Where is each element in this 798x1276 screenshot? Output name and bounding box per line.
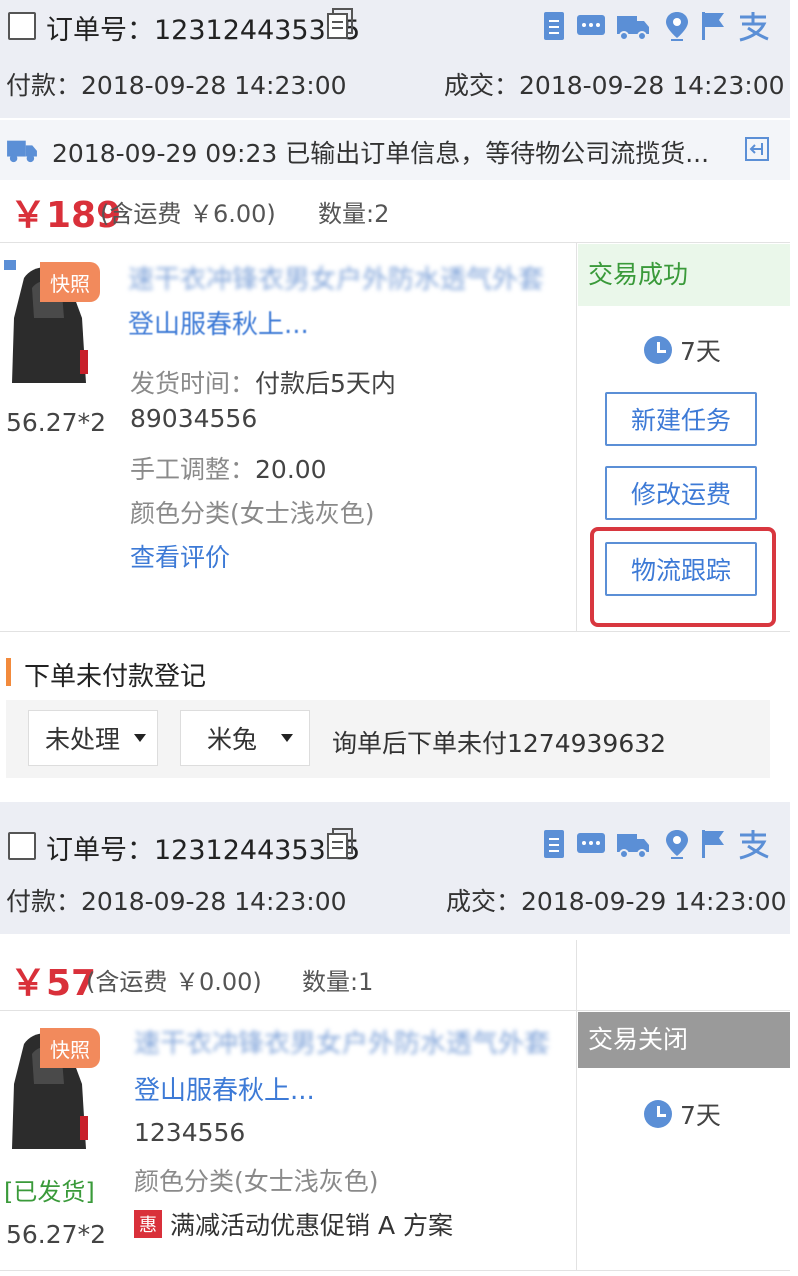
flag-icon[interactable] [698, 10, 728, 42]
sku-code: 1234556 [134, 1118, 246, 1147]
product-thumbnail[interactable]: 快照 [4, 1024, 100, 1154]
snapshot-badge[interactable]: 快照 [40, 1028, 100, 1068]
truck-icon [7, 140, 37, 163]
product-title-line2[interactable]: 登山服春秋上... [128, 304, 309, 341]
days-remaining: 7天 [644, 332, 721, 368]
card-divider [576, 242, 577, 632]
paid-time: 付款：2018-09-28 14:23:00 [6, 71, 347, 100]
alipay-icon[interactable] [736, 828, 770, 860]
unit-price-quantity: 56.27*2 [6, 408, 106, 437]
memo-icon[interactable] [540, 828, 570, 860]
sku-code: 89034556 [130, 404, 258, 433]
chevron-down-icon [134, 734, 147, 742]
card-divider [576, 940, 577, 1270]
staff-select[interactable]: 米兔 [180, 710, 310, 766]
modify-shipping-button[interactable]: 修改运费 [605, 466, 757, 520]
order-header: 订单号：123124435345 付款：2018-09-28 14:23:00 … [0, 0, 790, 118]
order-select-checkbox[interactable] [8, 12, 36, 40]
manual-adjust: 手工调整：20.00 [130, 455, 327, 484]
unpaid-register-title: 下单未付款登记 [24, 662, 207, 692]
process-status-select[interactable]: 未处理 [28, 710, 158, 766]
shipping-fee-note: (含运费 ￥0.00) [86, 968, 262, 996]
alipay-icon[interactable] [736, 10, 770, 42]
color-category: 颜色分类(女士浅灰色) [134, 1167, 379, 1196]
product-title[interactable]: 速干衣冲锋衣男女户外防水透气外套 [134, 1024, 564, 1064]
order-number: 订单号：123124435345 [46, 835, 361, 866]
days-remaining: 7天 [644, 1096, 721, 1132]
product-title[interactable]: 速干衣冲锋衣男女户外防水透气外套 [128, 260, 568, 300]
shipped-tag: [已发货] [4, 1178, 95, 1206]
order-number: 订单号：123124435345 [46, 15, 361, 46]
promotion-text: 满减活动优惠促销 A 方案 [170, 1211, 453, 1240]
bottom-divider [0, 1270, 790, 1271]
clock-icon [644, 1100, 672, 1128]
expand-icon[interactable] [744, 136, 770, 162]
process-status-value: 未处理 [45, 725, 121, 754]
location-icon[interactable] [662, 10, 692, 42]
product-title-line2[interactable]: 登山服春秋上... [134, 1070, 315, 1107]
order-action-icons [540, 10, 780, 44]
logistics-status-bar[interactable]: 2018-09-29 09:23 已输出订单信息，等待物公司流揽货... [0, 120, 790, 180]
order-total-price: ￥57 [10, 963, 97, 1004]
new-task-button[interactable]: 新建任务 [605, 392, 757, 446]
location-icon[interactable] [662, 828, 692, 860]
trade-status: 交易成功 [578, 244, 790, 306]
order-action-icons [540, 828, 780, 862]
section-marker [6, 658, 11, 686]
logistics-text: 2018-09-29 09:23 已输出订单信息，等待物公司流揽货... [52, 139, 710, 168]
copy-icon[interactable] [326, 8, 354, 40]
trade-status: 交易关闭 [578, 1012, 790, 1068]
view-review-link[interactable]: 查看评价 [130, 538, 230, 574]
shipping-fee-note: (含运费 ￥6.00) [100, 200, 276, 228]
ship-time: 发货时间：付款后5天内 [130, 369, 396, 398]
unit-price-quantity: 56.27*2 [6, 1220, 106, 1249]
discount-icon: 惠 [134, 1210, 162, 1238]
staff-value: 米兔 [207, 725, 258, 754]
paid-time: 付款：2018-09-28 14:23:00 [6, 887, 347, 916]
copy-icon[interactable] [326, 828, 354, 860]
row-divider [0, 1010, 790, 1011]
chat-icon[interactable] [576, 828, 606, 860]
register-note: 询单后下单未付1274939632 [332, 729, 667, 758]
memo-icon[interactable] [540, 10, 570, 42]
highlight-box [590, 527, 776, 627]
clock-icon [644, 336, 672, 364]
deal-time: 成交：2018-09-28 14:23:00 [444, 71, 785, 100]
truck-icon[interactable] [616, 828, 650, 860]
flag-icon[interactable] [698, 828, 728, 860]
chevron-down-icon [281, 734, 294, 742]
order-header: 订单号：123124435345 付款：2018-09-28 14:23:00 … [0, 802, 790, 934]
color-category: 颜色分类(女士浅灰色) [130, 499, 375, 528]
product-thumbnail[interactable]: 快照 [4, 258, 100, 388]
deal-time: 成交：2018-09-29 14:23:00 [446, 887, 787, 916]
order-select-checkbox[interactable] [8, 832, 36, 860]
quantity: 数量:1 [302, 968, 374, 996]
chat-icon[interactable] [576, 10, 606, 42]
truck-icon[interactable] [616, 10, 650, 42]
quantity: 数量:2 [318, 200, 390, 228]
snapshot-badge[interactable]: 快照 [40, 262, 100, 302]
